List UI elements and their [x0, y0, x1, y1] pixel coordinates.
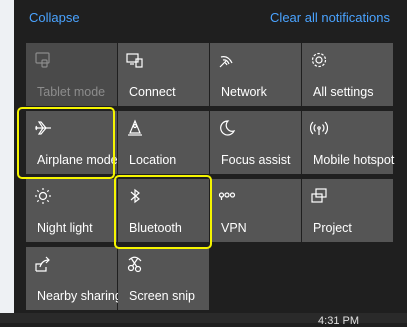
tile-label: Bluetooth: [129, 221, 182, 235]
connect-icon: [126, 51, 144, 69]
tile-label: Tablet mode: [37, 85, 106, 99]
tile-vpn[interactable]: VPN: [210, 179, 301, 242]
tile-label: Airplane mode: [37, 153, 118, 167]
airplane-icon: [34, 119, 52, 137]
tile-label: All settings: [313, 85, 374, 99]
vpn-icon: [218, 187, 236, 205]
collapse-link[interactable]: Collapse: [29, 10, 80, 25]
tile-screen-snip[interactable]: Screen snip: [118, 247, 209, 310]
tile-all-settings[interactable]: All settings: [302, 43, 393, 106]
tile-label: Night light: [37, 221, 93, 235]
tile-label: Nearby sharing: [37, 289, 122, 303]
tile-label: Screen snip: [129, 289, 196, 303]
tile-location[interactable]: Location: [118, 111, 209, 174]
tile-bluetooth[interactable]: Bluetooth: [118, 179, 209, 242]
screen-snip-icon: [126, 255, 144, 273]
action-center-panel: Collapse Clear all notifications Tablet …: [14, 0, 407, 323]
sun-icon: [34, 187, 52, 205]
tile-network[interactable]: Network: [210, 43, 301, 106]
network-icon: [218, 51, 236, 69]
taskbar-clock[interactable]: 4:31 PM: [318, 315, 359, 327]
taskbar: 4:31 PM: [0, 313, 407, 327]
hotspot-icon: [310, 119, 328, 137]
tile-label: Mobile hotspot: [313, 153, 395, 167]
tablet-mode-icon: [34, 51, 52, 69]
moon-icon: [218, 119, 236, 137]
project-icon: [310, 187, 328, 205]
tile-mobile-hotspot[interactable]: Mobile hotspot: [302, 111, 395, 174]
tile-airplane-mode[interactable]: Airplane mode: [26, 111, 118, 174]
tile-label: Connect: [129, 85, 176, 99]
tile-label: Location: [129, 153, 177, 167]
tile-nearby-sharing[interactable]: Nearby sharing: [26, 247, 122, 310]
tile-label: Project: [313, 221, 352, 235]
tile-connect[interactable]: Connect: [118, 43, 209, 106]
nearby-sharing-icon: [34, 255, 52, 273]
clear-all-notifications-link[interactable]: Clear all notifications: [270, 10, 390, 25]
tile-label: VPN: [221, 221, 247, 235]
tile-night-light[interactable]: Night light: [26, 179, 117, 242]
desktop-edge: [0, 0, 14, 323]
tile-label: Network: [221, 85, 267, 99]
tile-label: Focus assist: [221, 153, 291, 167]
tile-tablet-mode[interactable]: Tablet mode: [26, 43, 117, 106]
bluetooth-icon: [126, 187, 144, 205]
gear-icon: [310, 51, 328, 69]
tile-focus-assist[interactable]: Focus assist: [210, 111, 301, 174]
location-icon: [126, 119, 144, 137]
tile-project[interactable]: Project: [302, 179, 393, 242]
